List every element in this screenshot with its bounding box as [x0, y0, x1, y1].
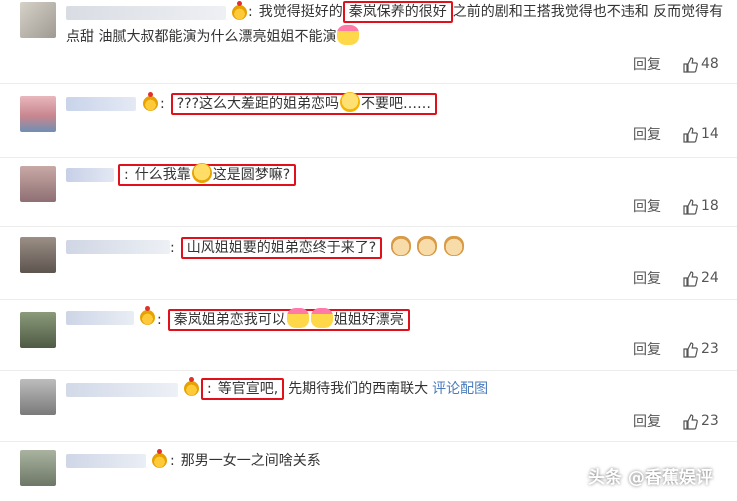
comment-text: : 什么我靠 这是圆梦嘛?	[118, 163, 297, 186]
comment-text: : 秦岚姐弟恋我可以 姐姐好漂亮	[157, 308, 410, 331]
comment-item: : 秦岚姐弟恋我可以 姐姐好漂亮 回复 23	[0, 300, 737, 370]
avatar[interactable]	[20, 312, 56, 348]
dog-emoji-icon	[390, 236, 411, 256]
highlight-box: 秦岚保养的很好	[342, 1, 453, 23]
avatar[interactable]	[20, 237, 56, 273]
comment-item: : ???这么大差距的姐弟恋吗 不要吧…… 回复 14	[0, 84, 737, 157]
comment-item: : 等官宣吧, 先期待我们的西南联大 评论配图 回复 23	[0, 371, 737, 441]
thumbs-up-icon[interactable]	[682, 127, 698, 143]
highlight-box: 秦岚姐弟恋我可以 姐姐好漂亮	[167, 308, 410, 331]
comment-item: : 山风姐姐要的姐弟恋终于来了? 回复 24	[0, 227, 737, 299]
reply-button[interactable]: 回复	[633, 54, 661, 74]
highlight-box: 山风姐姐要的姐弟恋终于来了?	[180, 237, 383, 259]
vip-crown-icon	[152, 449, 167, 468]
thumbs-up-icon[interactable]	[682, 199, 698, 215]
view-image-link[interactable]: 评论配图	[432, 381, 488, 397]
highlight-box: : 什么我靠 这是圆梦嘛?	[118, 163, 297, 186]
like-count: 18	[701, 198, 719, 214]
vip-crown-icon	[184, 377, 199, 396]
thumbs-up-icon[interactable]	[682, 342, 698, 358]
surprised-emoji-icon	[191, 163, 212, 183]
reply-button[interactable]: 回复	[633, 124, 661, 144]
highlight-box: : 等官宣吧,	[201, 378, 285, 400]
cheer-emoji-icon	[337, 25, 360, 45]
reply-button[interactable]: 回复	[633, 411, 661, 431]
comment-item: : 我觉得挺好的 秦岚保养的很好 之前的剧和王搭我觉得也不违和 反而觉得有 点甜 油腻…	[0, 0, 737, 82]
thumbs-up-icon[interactable]	[682, 414, 698, 430]
username[interactable]	[66, 383, 178, 397]
comment-text: : 我觉得挺好的 秦岚保养的很好 之前的剧和王搭我觉得也不违和 反而觉得有	[248, 1, 723, 23]
cheer-emoji-icon	[286, 308, 309, 328]
like-count: 23	[701, 413, 719, 429]
like-count: 48	[701, 56, 719, 72]
username[interactable]	[66, 311, 134, 325]
cheer-emoji-icon	[310, 308, 333, 328]
like-count: 24	[701, 270, 719, 286]
highlight-box: ???这么大差距的姐弟恋吗 不要吧……	[170, 92, 438, 115]
watermark: 头条 @香蕉娱评	[588, 468, 713, 488]
avatar[interactable]	[20, 166, 56, 202]
avatar[interactable]	[20, 379, 56, 415]
avatar[interactable]	[20, 2, 56, 38]
thumbs-up-icon[interactable]	[682, 271, 698, 287]
like-count: 23	[701, 341, 719, 357]
username[interactable]	[66, 168, 114, 182]
username[interactable]	[66, 454, 146, 468]
comment-text: : 山风姐姐要的姐弟恋终于来了?	[170, 236, 465, 259]
comment-text: : ???这么大差距的姐弟恋吗 不要吧……	[160, 92, 438, 115]
avatar[interactable]	[20, 450, 56, 486]
reply-button[interactable]: 回复	[633, 196, 661, 216]
reply-button[interactable]: 回复	[633, 268, 661, 288]
comment-text: : 那男一女一之间啥关系	[170, 453, 321, 469]
dog-emoji-icon	[417, 236, 438, 256]
comment-text: : 等官宣吧, 先期待我们的西南联大 评论配图	[201, 378, 488, 400]
dog-emoji-icon	[443, 236, 464, 256]
comment-item: : 什么我靠 这是圆梦嘛? 回复 18	[0, 158, 737, 226]
comment-text-line2: 点甜 油腻大叔都能演为什么漂亮姐姐不能演	[66, 25, 360, 48]
vip-crown-icon	[143, 92, 158, 111]
thumbs-up-icon[interactable]	[682, 57, 698, 73]
laughing-emoji-icon	[340, 92, 361, 112]
username[interactable]	[66, 6, 226, 20]
username[interactable]	[66, 240, 170, 254]
vip-crown-icon	[140, 306, 155, 325]
vip-crown-icon	[232, 1, 247, 20]
like-count: 14	[701, 126, 719, 142]
avatar[interactable]	[20, 96, 56, 132]
reply-button[interactable]: 回复	[633, 339, 661, 359]
username[interactable]	[66, 97, 136, 111]
